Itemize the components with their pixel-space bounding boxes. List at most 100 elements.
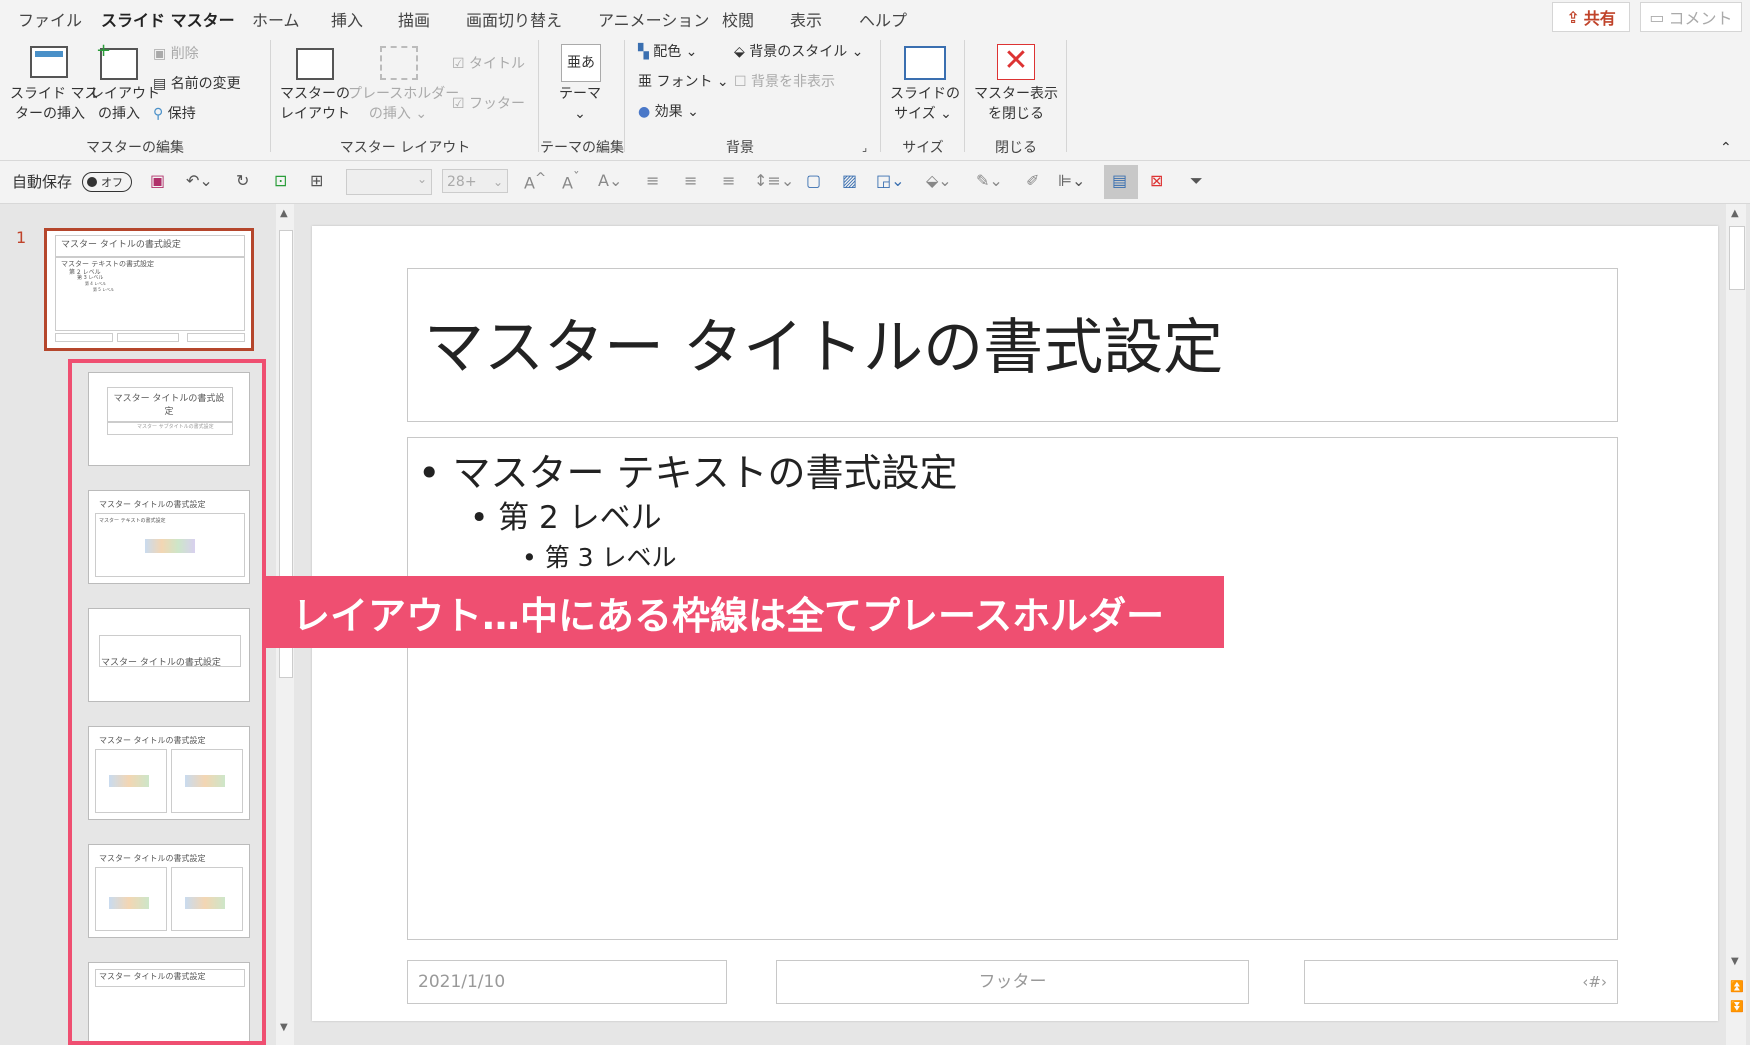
line-spacing-icon[interactable]: ↕≡⌄ xyxy=(754,171,794,190)
undo-icon[interactable]: ↶⌄ xyxy=(186,171,213,190)
tab-help[interactable]: ヘルプ xyxy=(859,7,907,31)
autosave-label: 自動保存 xyxy=(12,173,73,191)
thumb-footer xyxy=(187,333,245,342)
tab-insert[interactable]: 挿入 xyxy=(331,7,363,31)
increase-font-icon[interactable]: A^ xyxy=(524,171,546,192)
hide-background-checkbox[interactable]: ☐ 背景を非表示 xyxy=(734,72,835,92)
thumbnail-pane: 1 マスター タイトルの書式設定 マスター テキストの書式設定 第 2 レベル … xyxy=(0,204,294,1045)
font-color-icon[interactable]: A⌄ xyxy=(598,171,622,190)
collapse-ribbon-icon[interactable]: ⌃ xyxy=(1720,138,1732,158)
scroll-up-icon[interactable]: ▲ xyxy=(280,208,288,219)
font-size-select[interactable]: 28+ ⌄ xyxy=(442,169,508,193)
theme-button[interactable]: テーマ ⌄ xyxy=(555,84,605,124)
ribbon: スライド マス ターの挿入 + レイアウト の挿入 ▣ 削除 ▤ 名前の変更 ⚲ 保… xyxy=(0,34,1750,161)
shape-outline-icon[interactable]: ✎⌄ xyxy=(976,171,1003,190)
scroll-up-icon[interactable]: ▲ xyxy=(1731,208,1739,219)
shapes-icon[interactable]: ◲⌄ xyxy=(876,171,905,190)
footer-placeholder[interactable]: フッター xyxy=(776,960,1249,1004)
align-objects-icon[interactable]: ⊫⌄ xyxy=(1058,171,1085,190)
tab-animations[interactable]: アニメーション xyxy=(598,7,709,31)
background-style-button[interactable]: ⬙ 背景のスタイル ⌄ xyxy=(734,42,863,62)
font-name-select[interactable]: ⌄ xyxy=(346,169,432,195)
footer-checkbox[interactable]: ☑ フッター xyxy=(452,94,525,114)
insert-slide-master-button[interactable]: スライド マス ターの挿入 xyxy=(10,84,98,124)
textbox-icon[interactable]: ▢ xyxy=(806,171,821,190)
picture-icon[interactable]: ▨ xyxy=(842,171,857,190)
scroll-down-icon[interactable]: ▼ xyxy=(280,1022,288,1033)
comment-button[interactable]: ▭ コメント xyxy=(1640,2,1742,32)
align-right-icon[interactable]: ≡ xyxy=(722,171,735,190)
font-icon: 亜 xyxy=(638,74,652,90)
effects-button[interactable]: ● 効果 ⌄ xyxy=(638,102,699,122)
tab-transitions[interactable]: 画面切り替え xyxy=(466,7,562,31)
slide-number: 1 xyxy=(16,228,27,247)
master-layout-icon xyxy=(296,48,334,80)
slide-master-thumbnail[interactable]: マスター タイトルの書式設定 マスター テキストの書式設定 第 2 レベル 第 … xyxy=(44,228,254,351)
present-icon[interactable]: ⊞ xyxy=(310,171,323,190)
shape-fill-icon[interactable]: ⬙⌄ xyxy=(926,171,952,190)
tab-slide-master[interactable]: スライド マスター xyxy=(101,7,235,37)
group-separator xyxy=(270,40,271,152)
rename-button[interactable]: ▤ 名前の変更 xyxy=(153,74,241,94)
format-painter-icon[interactable]: ✐ xyxy=(1026,171,1039,190)
placeholder-icon xyxy=(380,46,418,80)
group-label-master-edit: マスターの編集 xyxy=(86,140,184,156)
tab-review[interactable]: 校閲 xyxy=(722,7,754,31)
save-icon[interactable]: ▣ xyxy=(150,171,165,190)
group-separator xyxy=(880,40,881,152)
align-left-icon[interactable]: ≡ xyxy=(646,171,659,190)
insert-placeholder-button[interactable]: プレースホルダー の挿入 ⌄ xyxy=(348,84,459,124)
body-level-1: • マスター テキストの書式設定 xyxy=(418,451,958,495)
redo-icon[interactable]: ↻ xyxy=(236,171,249,190)
checkbox-icon: ☐ xyxy=(734,74,747,90)
body-placeholder[interactable]: • マスター テキストの書式設定 • 第 2 レベル • 第 3 レベル xyxy=(407,437,1618,940)
scroll-down-icon[interactable]: ▼ xyxy=(1731,956,1739,967)
delete-button[interactable]: ▣ 削除 xyxy=(153,44,199,64)
group-separator xyxy=(624,40,625,152)
background-dialog-launcher-icon[interactable]: ⌟ xyxy=(862,138,867,158)
scroll-thumb[interactable] xyxy=(1729,226,1745,290)
tab-view[interactable]: 表示 xyxy=(790,7,822,31)
thumb-body-text: 第 3 レベル xyxy=(77,275,104,281)
master-layout-button[interactable]: マスターの レイアウト xyxy=(280,84,350,124)
present-from-start-icon[interactable]: ⊡ xyxy=(274,171,287,190)
master-view-toggle[interactable]: ▤ xyxy=(1104,165,1138,199)
decrease-font-icon[interactable]: Aˇ xyxy=(562,171,580,192)
title-placeholder[interactable]: マスター タイトルの書式設定 xyxy=(407,268,1618,422)
align-center-icon[interactable]: ≡ xyxy=(684,171,697,190)
slide-title: マスター タイトルの書式設定 xyxy=(424,313,1224,383)
pin-icon: ⚲ xyxy=(153,106,164,122)
slide-master-icon: ▤ xyxy=(1112,171,1128,190)
colors-button[interactable]: ▚ 配色 ⌄ xyxy=(638,42,697,62)
autosave-toggle[interactable]: オフ xyxy=(82,172,132,192)
effects-icon: ● xyxy=(638,104,651,120)
thumb-footer xyxy=(55,333,113,342)
date-placeholder[interactable]: 2021/1/10 xyxy=(407,960,727,1004)
insert-layout-button[interactable]: レイアウト の挿入 xyxy=(90,84,160,124)
title-checkbox[interactable]: ☑ タイトル xyxy=(452,54,525,74)
share-button[interactable]: ⇪ 共有 xyxy=(1552,2,1630,32)
tab-draw[interactable]: 描画 xyxy=(398,7,430,31)
tab-file[interactable]: ファイル xyxy=(18,7,82,31)
toggle-knob-icon xyxy=(87,177,97,187)
group-label-close: 閉じる xyxy=(995,140,1037,156)
customize-toolbar-icon[interactable]: ⏷ xyxy=(1190,171,1203,191)
group-separator xyxy=(1066,40,1067,152)
slide-size-button[interactable]: スライドの サイズ ⌄ xyxy=(890,84,960,124)
tab-home[interactable]: ホーム xyxy=(252,7,300,31)
slide-size-icon xyxy=(904,46,946,80)
preserve-button[interactable]: ⚲ 保持 xyxy=(153,104,196,124)
editor-scrollbar[interactable]: ▲ ▼ ⏫ ⏬ xyxy=(1726,204,1746,1045)
slide-number-placeholder[interactable]: ‹#› xyxy=(1304,960,1618,1004)
thumb-body-text: 第 5 レベル xyxy=(93,287,115,292)
next-slide-icon[interactable]: ⏬ xyxy=(1730,1000,1744,1013)
thumb-title-placeholder xyxy=(55,235,245,257)
close-master-qat-icon[interactable]: ⊠ xyxy=(1150,171,1163,190)
insert-layout-icon: + xyxy=(96,40,138,80)
fonts-button[interactable]: 亜 フォント ⌄ xyxy=(638,72,729,92)
menu-bar: ファイル スライド マスター ホーム 挿入 描画 画面切り替え アニメーション … xyxy=(0,0,1750,37)
group-label-size: サイズ xyxy=(902,140,944,156)
close-master-view-button[interactable]: マスター表示 を閉じる xyxy=(974,84,1058,124)
layouts-highlight-frame xyxy=(68,359,266,1045)
previous-slide-icon[interactable]: ⏫ xyxy=(1730,980,1744,993)
